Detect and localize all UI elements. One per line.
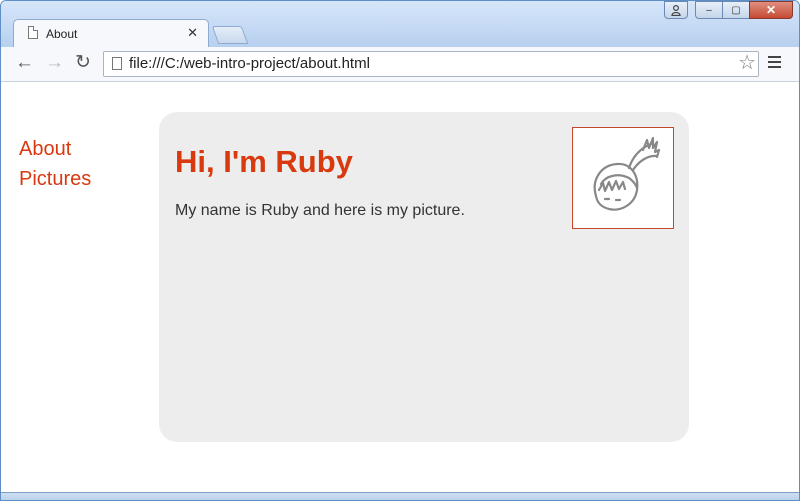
user-icon[interactable] [664,1,688,19]
tab-about[interactable]: About ✕ [13,19,209,47]
window-controls: – ▢ ✕ [664,1,793,21]
address-bar[interactable]: file:///C:/web-intro-project/about.html … [103,51,759,77]
browser-window: About ✕ – ▢ ✕ ← → ↻ file:///C:/web-intro… [0,0,800,501]
profile-card: Hi, I'm Ruby My name is Ruby and here is… [159,112,689,442]
back-arrow-icon[interactable]: ← [15,53,34,73]
new-tab-button[interactable] [211,26,249,44]
browser-toolbar: ← → ↻ file:///C:/web-intro-project/about… [1,47,799,82]
page-content: About Pictures Hi, I'm Ruby My name is R… [2,82,799,500]
page-icon [112,57,122,70]
page-heading: Hi, I'm Ruby [175,144,353,179]
page-icon [28,26,38,39]
bookmark-star-icon[interactable]: ☆ [738,52,756,74]
tab-title: About [46,27,78,41]
nav-link-pictures[interactable]: Pictures [19,164,91,194]
site-nav: About Pictures [19,134,91,194]
minimize-button[interactable]: – [695,1,723,19]
title-bar: About ✕ – ▢ ✕ [1,1,799,47]
intro-text: My name is Ruby and here is my picture. [175,202,465,219]
nav-link-about[interactable]: About [19,134,91,164]
tab-close-icon[interactable]: ✕ [187,25,198,41]
reload-icon[interactable]: ↻ [75,53,91,73]
window-bottom-frame [1,492,799,500]
close-window-button[interactable]: ✕ [749,1,793,19]
menu-icon[interactable] [768,56,781,71]
maximize-button[interactable]: ▢ [722,1,750,19]
url-text[interactable]: file:///C:/web-intro-project/about.html [129,55,370,72]
ruby-avatar-icon [572,127,674,229]
forward-arrow-icon[interactable]: → [45,53,64,73]
